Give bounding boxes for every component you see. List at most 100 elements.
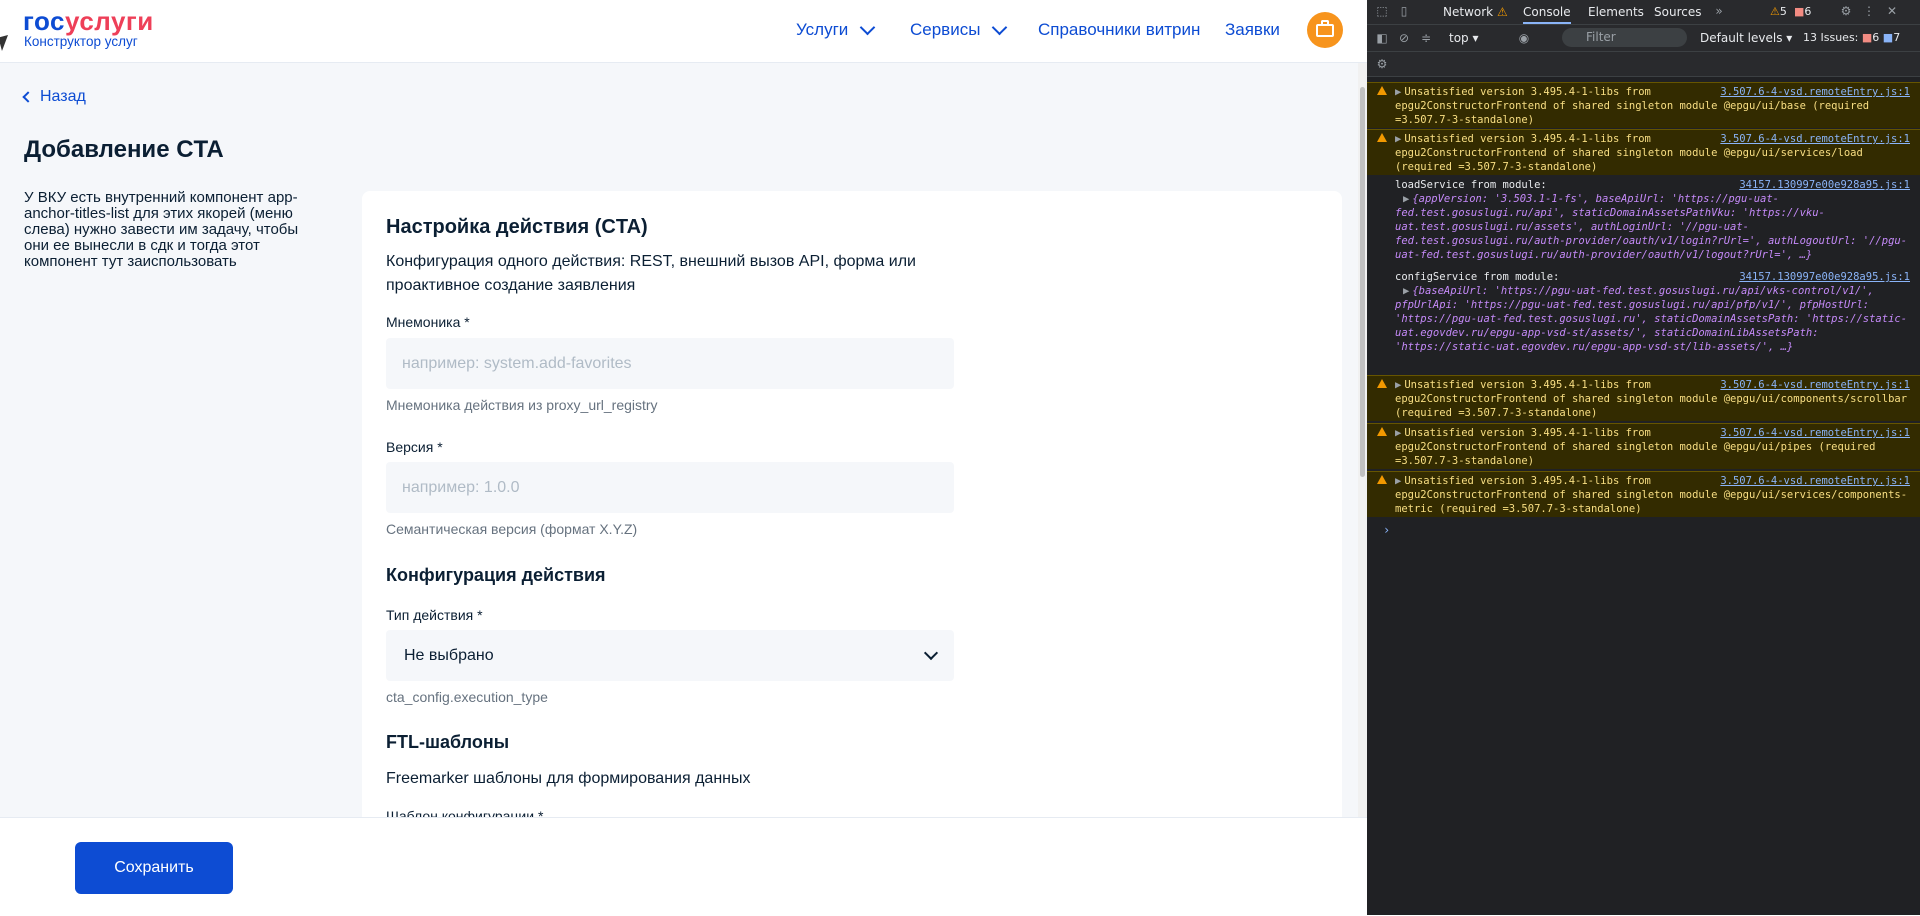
page-title: Добавление CTA xyxy=(24,136,224,163)
mnemonic-label: Мнемоника * xyxy=(386,314,470,330)
message-source-link[interactable]: 34157.130997e00e928a95.js:1 xyxy=(1739,178,1910,192)
briefcase-icon-body xyxy=(1316,24,1334,37)
form-footer: Сохранить xyxy=(0,817,1367,916)
kebab-menu-icon[interactable]: ⋮ xyxy=(1862,4,1876,18)
console-message[interactable]: 34157.130997e00e928a95.js:1 loadService … xyxy=(1367,177,1920,267)
message-source-link[interactable]: 3.507.6-4-vsd.remoteEntry.js:1 xyxy=(1720,132,1910,146)
form-card: Настройка действия (CTA) Конфигурация од… xyxy=(362,191,1342,817)
filter-options-icon[interactable]: ≑ xyxy=(1419,31,1433,45)
version-hint: Семантическая версия (формат X.Y.Z) xyxy=(386,521,638,537)
expand-triangle-icon[interactable]: ▶ xyxy=(1395,475,1401,487)
tab-sources[interactable]: Sources xyxy=(1654,5,1701,19)
message-object[interactable]: {appVersion: '3.503.1-1-fs', baseApiUrl:… xyxy=(1395,193,1907,261)
app-window: госуслуги Конструктор услуг Услуги Серви… xyxy=(0,0,1367,916)
profile-avatar[interactable] xyxy=(1307,12,1343,48)
console-message[interactable]: 3.507.6-4-vsd.remoteEntry.js:1 ▶ Unsatisf… xyxy=(1367,471,1920,517)
side-note: У ВКУ есть внутренний компонент app-anch… xyxy=(24,189,299,270)
message-source-link[interactable]: 3.507.6-4-vsd.remoteEntry.js:1 xyxy=(1720,474,1910,488)
tab-elements[interactable]: Elements xyxy=(1588,5,1644,19)
chevron-down-icon xyxy=(923,645,939,660)
message-source-link[interactable]: 34157.130997e00e928a95.js:1 xyxy=(1739,270,1910,284)
save-button[interactable]: Сохранить xyxy=(75,842,233,894)
device-toolbar-icon[interactable]: ▯ xyxy=(1397,4,1411,18)
expand-triangle-icon[interactable]: ▶ xyxy=(1403,285,1409,297)
nav-services[interactable]: Услуги xyxy=(796,19,876,40)
issues-label: 13 Issues: xyxy=(1803,31,1859,44)
action-type-select[interactable]: Не выбрано xyxy=(386,630,954,681)
page-scrollbar-thumb[interactable] xyxy=(1360,87,1365,477)
nav-requests[interactable]: Заявки xyxy=(1225,20,1280,40)
context-select[interactable]: top ▾ xyxy=(1449,31,1479,45)
message-source-link[interactable]: 3.507.6-4-vsd.remoteEntry.js:1 xyxy=(1720,378,1910,392)
console-settings-row: ⚙ xyxy=(1367,52,1920,77)
message-source-link[interactable]: 3.507.6-4-vsd.remoteEntry.js:1 xyxy=(1720,426,1910,440)
gear-icon[interactable]: ⚙ xyxy=(1839,4,1853,18)
section-ftl-templates-desc: Freemarker шаблоны для формирования данн… xyxy=(386,770,751,787)
log-levels-select[interactable]: Default levels ▾ xyxy=(1700,31,1792,45)
chevron-down-icon xyxy=(992,19,1008,35)
message-source-link[interactable]: 3.507.6-4-vsd.remoteEntry.js:1 xyxy=(1720,85,1910,99)
console-filter-input[interactable]: Filter xyxy=(1562,28,1687,47)
version-input[interactable]: например: 1.0.0 xyxy=(386,462,954,513)
console-message[interactable]: 3.507.6-4-vsd.remoteEntry.js:1 ▶ Unsatisf… xyxy=(1367,375,1920,421)
back-link[interactable]: Назад xyxy=(22,88,86,106)
issues-counter[interactable]: 13 Issues: ■6 ■7 xyxy=(1803,31,1900,44)
gosuslugi-logo[interactable]: госуслуги xyxy=(23,6,154,37)
logo-part-gos: гос xyxy=(23,6,65,36)
mnemonic-input[interactable]: например: system.add-favorites xyxy=(386,338,954,389)
action-type-hint: cta_config.execution_type xyxy=(386,689,548,705)
warning-icon: ⚠ xyxy=(1770,5,1780,18)
tab-network-label: Network xyxy=(1443,5,1494,19)
more-tabs-icon[interactable]: » xyxy=(1712,4,1726,18)
issues-info-count: 7 xyxy=(1893,31,1901,44)
context-value: top xyxy=(1449,31,1469,45)
message-object[interactable]: {baseApiUrl: 'https://pgu-uat-fed.test.g… xyxy=(1395,285,1907,353)
main-content: Назад Добавление CTA У ВКУ есть внутренн… xyxy=(0,63,1358,817)
console-output: 3.507.6-4-vsd.remoteEntry.js:1 ▶ Unsatisf… xyxy=(1367,78,1920,915)
expand-triangle-icon[interactable]: ▶ xyxy=(1395,427,1401,439)
nav-tools[interactable]: Сервисы xyxy=(910,19,1008,40)
console-message[interactable]: 3.507.6-4-vsd.remoteEntry.js:1 ▶ Unsatisf… xyxy=(1367,129,1920,175)
section-ftl-templates-title: FTL-шаблоны xyxy=(386,732,510,752)
back-link-label: Назад xyxy=(40,88,86,105)
tab-network[interactable]: Network ⚠ xyxy=(1443,5,1508,19)
section-cta-settings-desc: Конфигурация одного действия: REST, внеш… xyxy=(386,253,916,294)
tab-console[interactable]: Console xyxy=(1523,5,1571,24)
action-type-label: Тип действия * xyxy=(386,607,483,623)
error-count: 6 xyxy=(1804,5,1812,18)
nav-showcase-directories[interactable]: Справочники витрин xyxy=(1038,20,1200,40)
sidebar-toggle-icon[interactable]: ◧ xyxy=(1375,31,1389,45)
eye-icon[interactable]: ◉ xyxy=(1517,31,1531,45)
console-toolbar: ◧ ⊘ ≑ top ▾ ◉ Filter Default levels ▾ 13… xyxy=(1367,25,1920,52)
warning-count: 5 xyxy=(1779,5,1787,18)
config-template-label: Шаблон конфигурации * xyxy=(386,808,544,817)
console-message[interactable]: 3.507.6-4-vsd.remoteEntry.js:1 ▶ Unsatisf… xyxy=(1367,82,1920,128)
gear-icon[interactable]: ⚙ xyxy=(1375,57,1389,71)
close-icon[interactable]: ✕ xyxy=(1885,4,1899,18)
nav-tools-label: Сервисы xyxy=(910,20,981,39)
version-label: Версия * xyxy=(386,439,443,455)
page-scrollbar[interactable] xyxy=(1358,63,1367,817)
issues-info-icon: ■ xyxy=(1882,31,1894,44)
issues-error-count: 6 xyxy=(1872,31,1880,44)
clear-console-icon[interactable]: ⊘ xyxy=(1397,31,1411,45)
console-prompt[interactable]: › xyxy=(1383,523,1390,537)
nav-services-label: Услуги xyxy=(796,20,849,39)
expand-triangle-icon[interactable]: ▶ xyxy=(1395,379,1401,391)
mnemonic-hint: Мнемоника действия из proxy_url_registry xyxy=(386,397,658,413)
error-count-badge[interactable]: ■6 xyxy=(1794,5,1811,18)
inspect-element-icon[interactable]: ⬚ xyxy=(1375,4,1389,18)
section-action-config-title: Конфигурация действия xyxy=(386,565,606,585)
action-type-value: Не выбрано xyxy=(404,646,494,664)
console-message[interactable]: 3.507.6-4-vsd.remoteEntry.js:1 ▶ Unsatisf… xyxy=(1367,423,1920,469)
warning-icon: ⚠ xyxy=(1496,5,1508,19)
expand-triangle-icon[interactable]: ▶ xyxy=(1403,193,1409,205)
expand-triangle-icon[interactable]: ▶ xyxy=(1395,133,1401,145)
console-message[interactable]: 34157.130997e00e928a95.js:1 configServic… xyxy=(1367,269,1920,367)
expand-triangle-icon[interactable]: ▶ xyxy=(1395,86,1401,98)
chevron-left-icon xyxy=(22,91,34,103)
chevron-down-icon xyxy=(860,19,876,35)
devtools-panel: ⬚ ▯ Network ⚠ Console Elements Sources »… xyxy=(1367,0,1920,915)
warning-icon xyxy=(1377,427,1387,436)
warning-count-badge[interactable]: ⚠5 xyxy=(1770,5,1787,18)
